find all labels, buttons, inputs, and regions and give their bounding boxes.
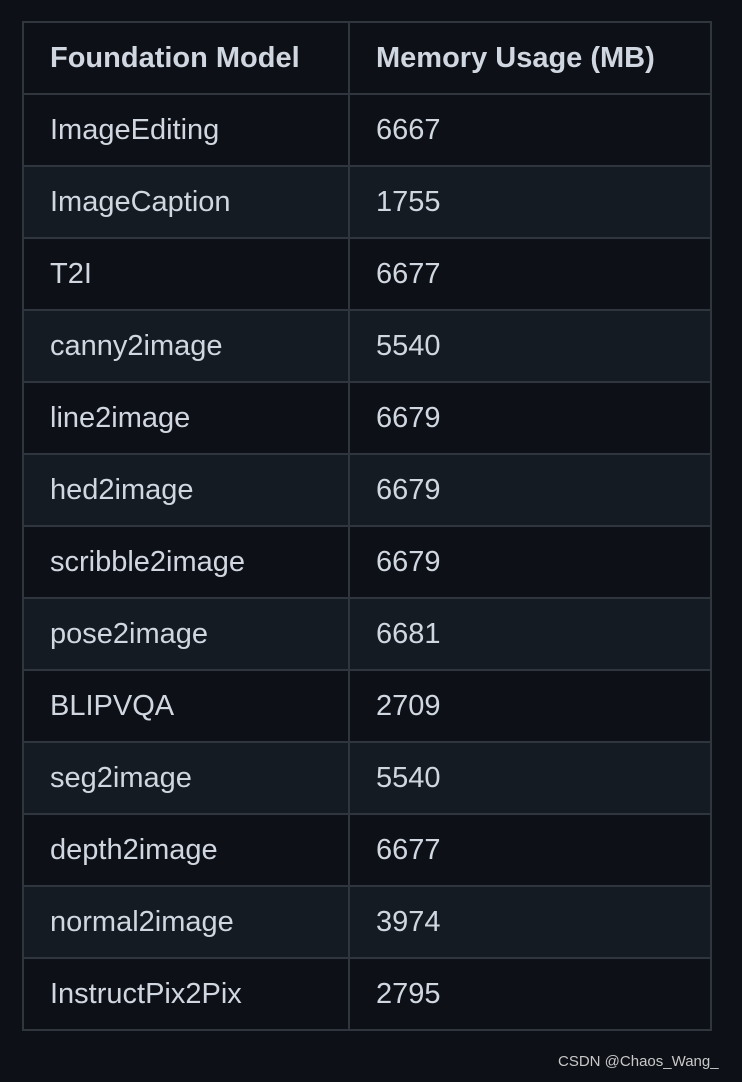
- memory-usage-cell: 1755: [348, 165, 712, 239]
- memory-usage-cell: 2709: [348, 669, 712, 743]
- memory-usage-cell: 2795: [348, 957, 712, 1031]
- memory-usage-cell: 6681: [348, 597, 712, 671]
- model-name-cell: InstructPix2Pix: [22, 957, 350, 1031]
- table-row: scribble2image 6679: [22, 525, 712, 599]
- table-row: line2image 6679: [22, 381, 712, 455]
- model-name-cell: BLIPVQA: [22, 669, 350, 743]
- model-name-cell: line2image: [22, 381, 350, 455]
- model-name-cell: seg2image: [22, 741, 350, 815]
- memory-usage-cell: 6677: [348, 237, 712, 311]
- table-row: depth2image 6677: [22, 813, 712, 887]
- table-row: pose2image 6681: [22, 597, 712, 671]
- table-row: InstructPix2Pix 2795: [22, 957, 712, 1031]
- header-memory-usage: Memory Usage (MB): [348, 21, 712, 95]
- memory-usage-table: Foundation Model Memory Usage (MB) Image…: [22, 21, 712, 1031]
- table-header-row: Foundation Model Memory Usage (MB): [22, 21, 712, 95]
- memory-usage-cell: 6677: [348, 813, 712, 887]
- table-row: seg2image 5540: [22, 741, 712, 815]
- model-name-cell: T2I: [22, 237, 350, 311]
- model-name-cell: pose2image: [22, 597, 350, 671]
- table-row: hed2image 6679: [22, 453, 712, 527]
- memory-usage-cell: 5540: [348, 309, 712, 383]
- header-foundation-model: Foundation Model: [22, 21, 350, 95]
- memory-usage-cell: 6679: [348, 525, 712, 599]
- memory-usage-cell: 6667: [348, 93, 712, 167]
- model-name-cell: normal2image: [22, 885, 350, 959]
- model-name-cell: hed2image: [22, 453, 350, 527]
- memory-usage-cell: 6679: [348, 381, 712, 455]
- table-row: BLIPVQA 2709: [22, 669, 712, 743]
- table-row: ImageCaption 1755: [22, 165, 712, 239]
- watermark: CSDN @Chaos_Wang_: [558, 1053, 719, 1070]
- model-name-cell: ImageEditing: [22, 93, 350, 167]
- memory-usage-cell: 5540: [348, 741, 712, 815]
- table-row: T2I 6677: [22, 237, 712, 311]
- table-row: canny2image 5540: [22, 309, 712, 383]
- model-name-cell: canny2image: [22, 309, 350, 383]
- table-row: normal2image 3974: [22, 885, 712, 959]
- memory-usage-cell: 3974: [348, 885, 712, 959]
- memory-usage-cell: 6679: [348, 453, 712, 527]
- model-name-cell: scribble2image: [22, 525, 350, 599]
- model-name-cell: depth2image: [22, 813, 350, 887]
- model-name-cell: ImageCaption: [22, 165, 350, 239]
- table-row: ImageEditing 6667: [22, 93, 712, 167]
